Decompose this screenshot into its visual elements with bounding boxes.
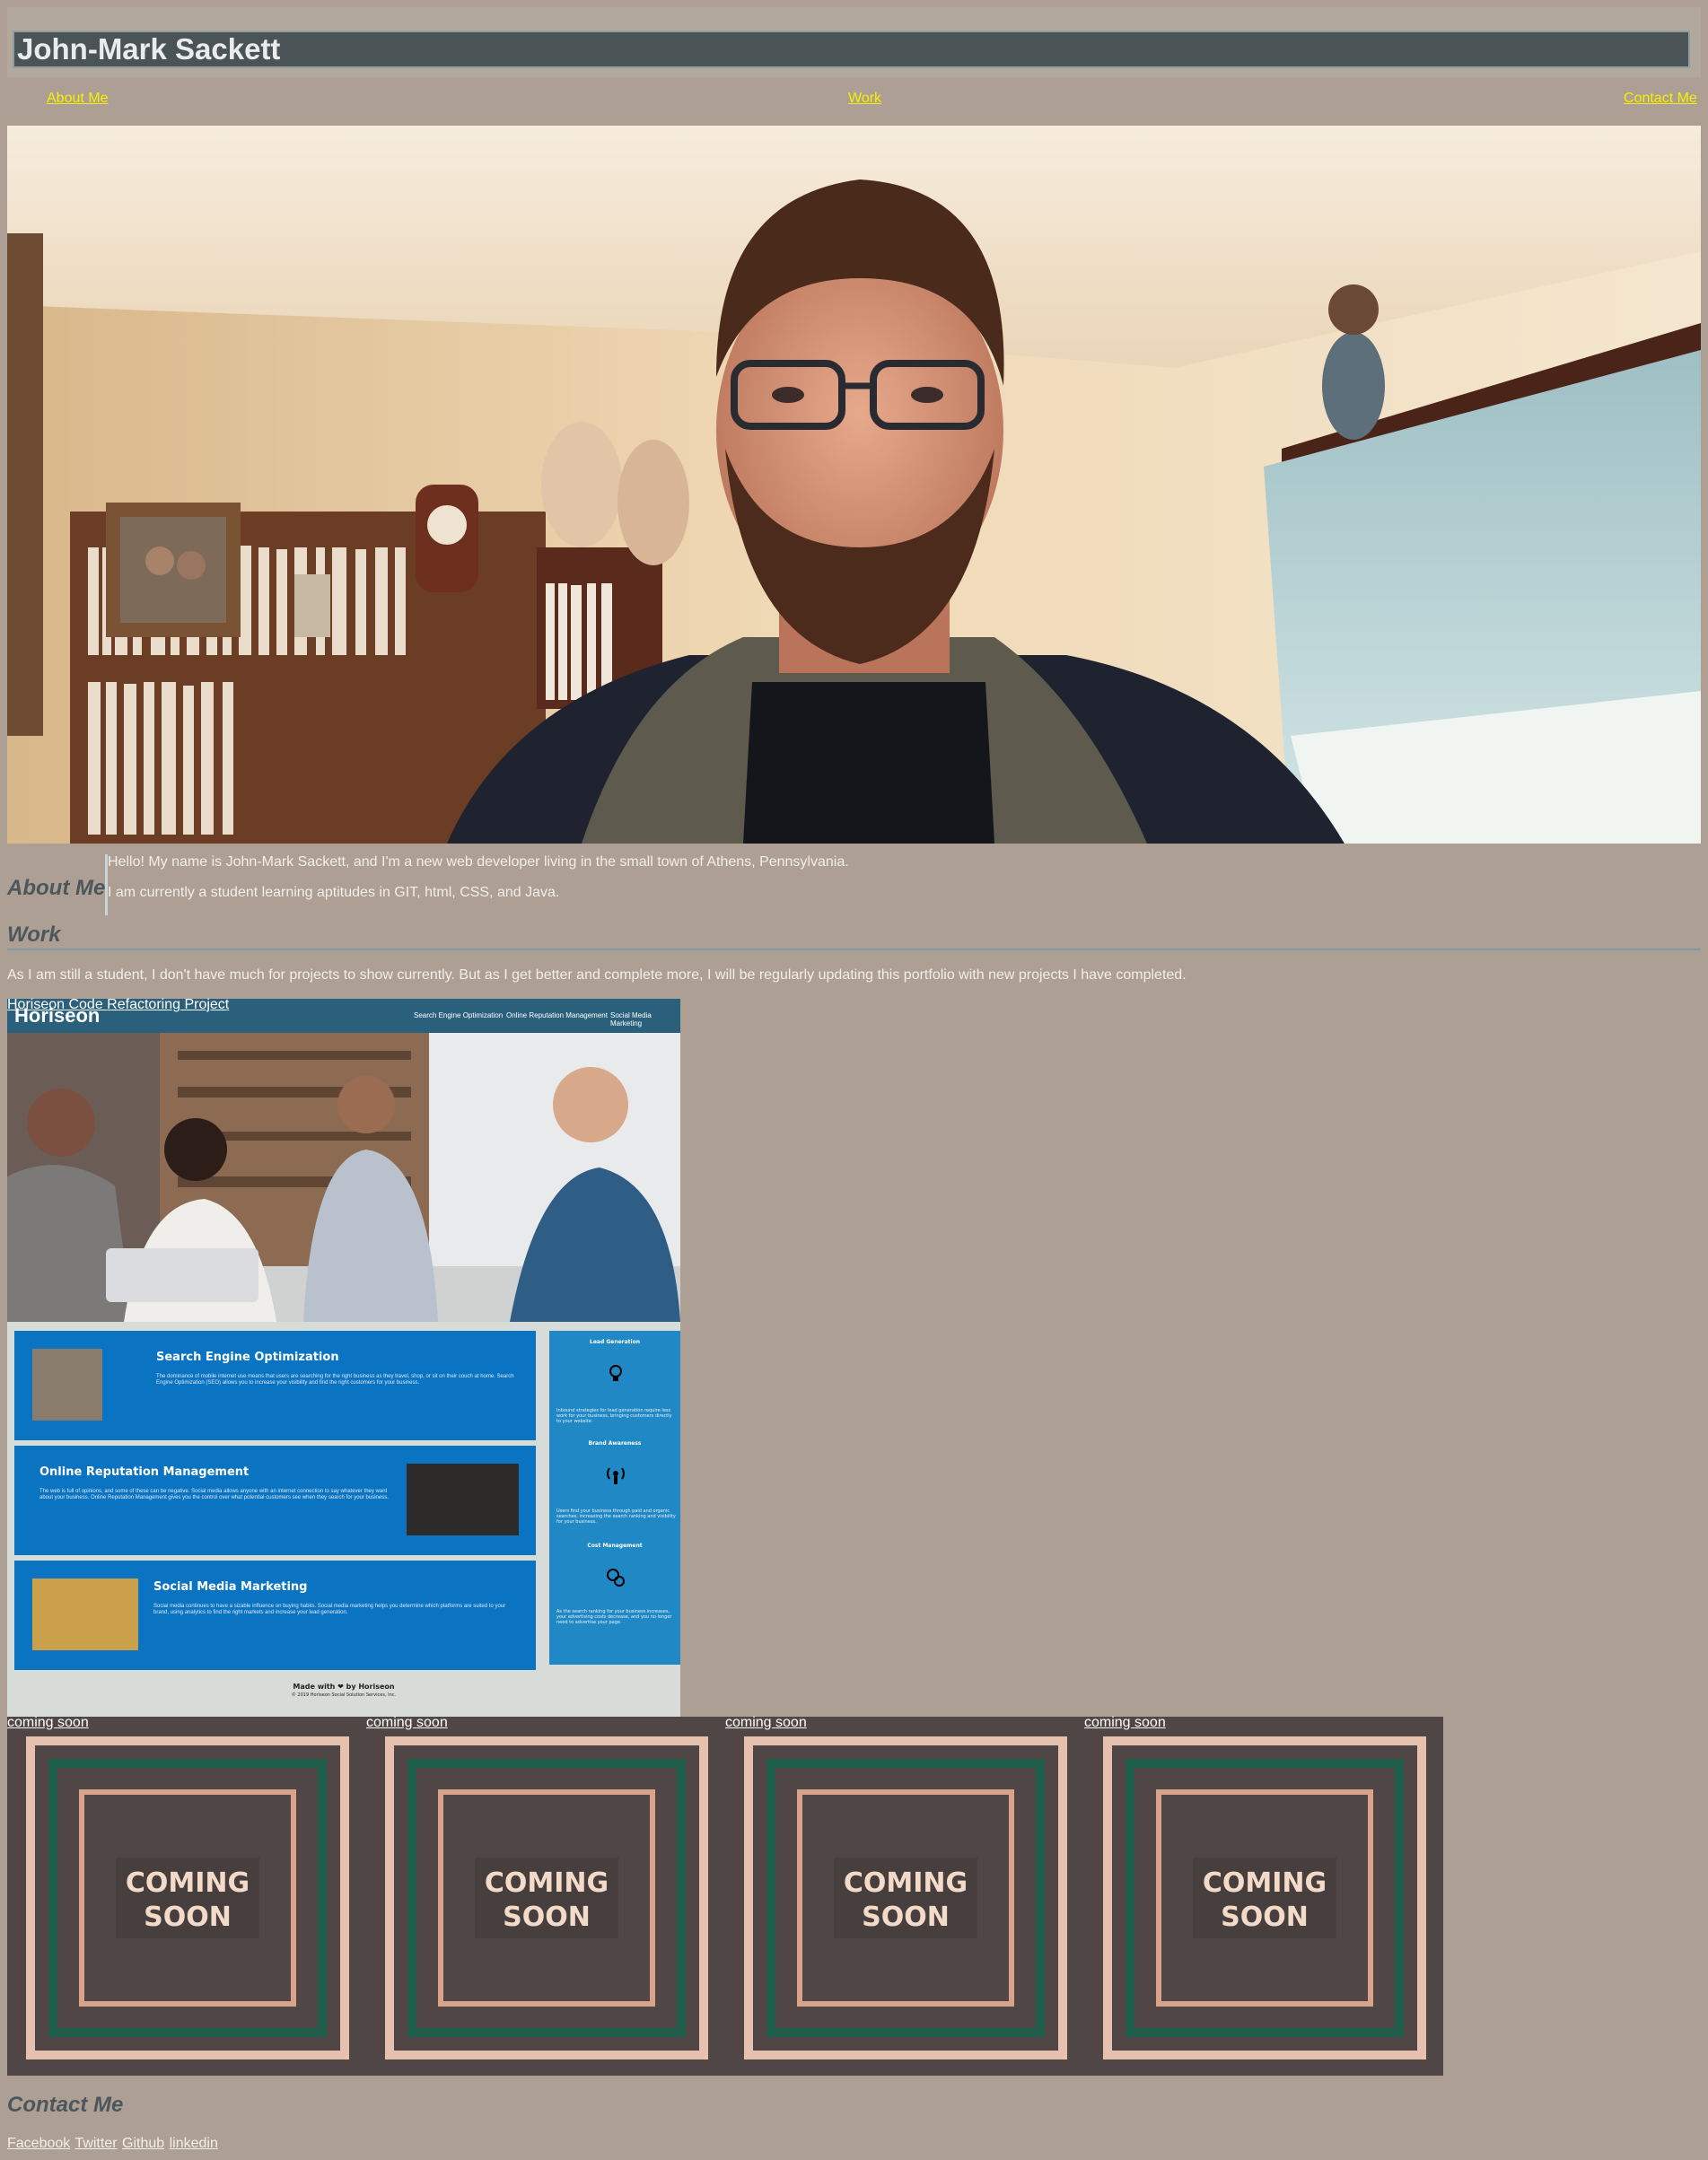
benefit-title: Brand Awareness: [588, 1440, 642, 1447]
smm-thumbnail: [32, 1578, 138, 1650]
coming-soon-line1: COMING: [485, 1867, 609, 1899]
coming-soon-line2: SOON: [1221, 1902, 1309, 1933]
coming-soon-line1: COMING: [126, 1867, 250, 1899]
coming-soon-line2: SOON: [862, 1902, 950, 1933]
coming-soon-graphic: COMING SOON: [1103, 1736, 1426, 2059]
project-card-orm: Online Reputation Management The web is …: [14, 1446, 536, 1555]
coming-soon-strip: coming soon COMING SOON coming soon COMI…: [7, 1715, 1443, 2076]
project-footer-made: Made with ❤ by Horiseon: [293, 1683, 395, 1691]
nav-contact-me[interactable]: Contact Me: [1624, 91, 1697, 107]
benefit-text: Users find your business through paid an…: [556, 1509, 676, 1525]
coming-soon-line1: COMING: [1203, 1867, 1327, 1899]
social-links: Facebook Twitter Github linkedin: [7, 2136, 219, 2152]
coming-soon-line2: SOON: [503, 1902, 591, 1933]
project-footer: Made with ❤ by Horiseon © 2019 Horiseon …: [7, 1683, 680, 1698]
benefit-title: Cost Management: [587, 1543, 643, 1549]
linkedin-link[interactable]: linkedin: [170, 2136, 218, 2151]
coming-soon-link[interactable]: coming soon: [7, 1715, 89, 1731]
lightbulb-icon: [609, 1365, 622, 1381]
about-line-1: Hello! My name is John-Mark Sackett, and…: [108, 854, 849, 870]
coming-soon-card[interactable]: coming soon COMING SOON: [7, 1715, 357, 2076]
github-link[interactable]: Github: [122, 2136, 164, 2151]
project-nav-orm: Online Reputation Management: [506, 1011, 608, 1019]
card-text: The dominance of mobile internet use mea…: [156, 1374, 514, 1386]
site-title: John-Mark Sackett: [17, 32, 281, 66]
benefit-text: As the search ranking for your business …: [556, 1609, 672, 1625]
nav-about-me[interactable]: About Me: [47, 91, 108, 107]
project-nav-seo: Search Engine Optimization: [414, 1011, 504, 1019]
about-heading: About Me: [7, 876, 106, 900]
card-text: The web is full of opinions, and some of…: [39, 1489, 389, 1500]
title-bar: John-Mark Sackett: [13, 31, 1690, 68]
card-text: Social media continues to have a sizable…: [153, 1604, 506, 1615]
coming-soon-link[interactable]: coming soon: [366, 1715, 448, 1731]
card-title: Search Engine Optimization: [156, 1351, 339, 1364]
project-benefits-sidebar: Lead Generation Inbound strategies for l…: [549, 1331, 680, 1665]
work-heading: Work: [7, 923, 61, 947]
project-card-seo: Search Engine Optimization The dominance…: [14, 1331, 536, 1440]
coming-soon-card[interactable]: coming soon COMING SOON: [725, 1715, 1075, 2076]
project-footer-copy: © 2019 Horiseon Social Solution Services…: [291, 1692, 397, 1698]
card-title: Online Reputation Management: [39, 1465, 250, 1479]
card-title: Social Media Marketing: [153, 1580, 308, 1594]
broadcast-icon: [607, 1467, 625, 1484]
about-text: Hello! My name is John-Mark Sackett, and…: [105, 854, 849, 915]
seo-thumbnail: [32, 1349, 102, 1421]
project-nav-smm: Social Media Marketing: [610, 1011, 652, 1028]
coming-soon-link[interactable]: coming soon: [1084, 1715, 1166, 1731]
gears-icon: [607, 1569, 625, 1587]
twitter-link[interactable]: Twitter: [74, 2136, 117, 2151]
project-link-horiseon[interactable]: Horiseon Code Refactoring Project: [7, 997, 229, 1013]
coming-soon-card[interactable]: coming soon COMING SOON: [1084, 1715, 1434, 2076]
coming-soon-link[interactable]: coming soon: [725, 1715, 807, 1731]
project-hero-image: [7, 1033, 680, 1322]
about-line-2: I am currently a student learning aptitu…: [108, 885, 560, 900]
coming-soon-graphic: COMING SOON: [744, 1736, 1067, 2059]
coming-soon-graphic: COMING SOON: [26, 1736, 349, 2059]
facebook-link[interactable]: Facebook: [7, 2136, 70, 2151]
coming-soon-card[interactable]: coming soon COMING SOON: [366, 1715, 716, 2076]
orm-thumbnail: [407, 1464, 519, 1535]
project-thumbnail-horiseon[interactable]: Horiseon Search Engine Optimization Onli…: [7, 999, 680, 1717]
work-intro: As I am still a student, I don't have mu…: [7, 967, 1187, 983]
hero-portrait: [7, 126, 1701, 844]
project-card-smm: Social Media Marketing Social media cont…: [14, 1561, 536, 1670]
benefit-text: Inbound strategies for lead generation r…: [556, 1408, 672, 1424]
nav-work[interactable]: Work: [848, 91, 881, 107]
work-divider: [7, 949, 1701, 950]
benefit-title: Lead Generation: [590, 1339, 640, 1345]
contact-heading: Contact Me: [7, 2093, 124, 2117]
coming-soon-graphic: COMING SOON: [385, 1736, 708, 2059]
coming-soon-line2: SOON: [144, 1902, 232, 1933]
coming-soon-line1: COMING: [844, 1867, 968, 1899]
